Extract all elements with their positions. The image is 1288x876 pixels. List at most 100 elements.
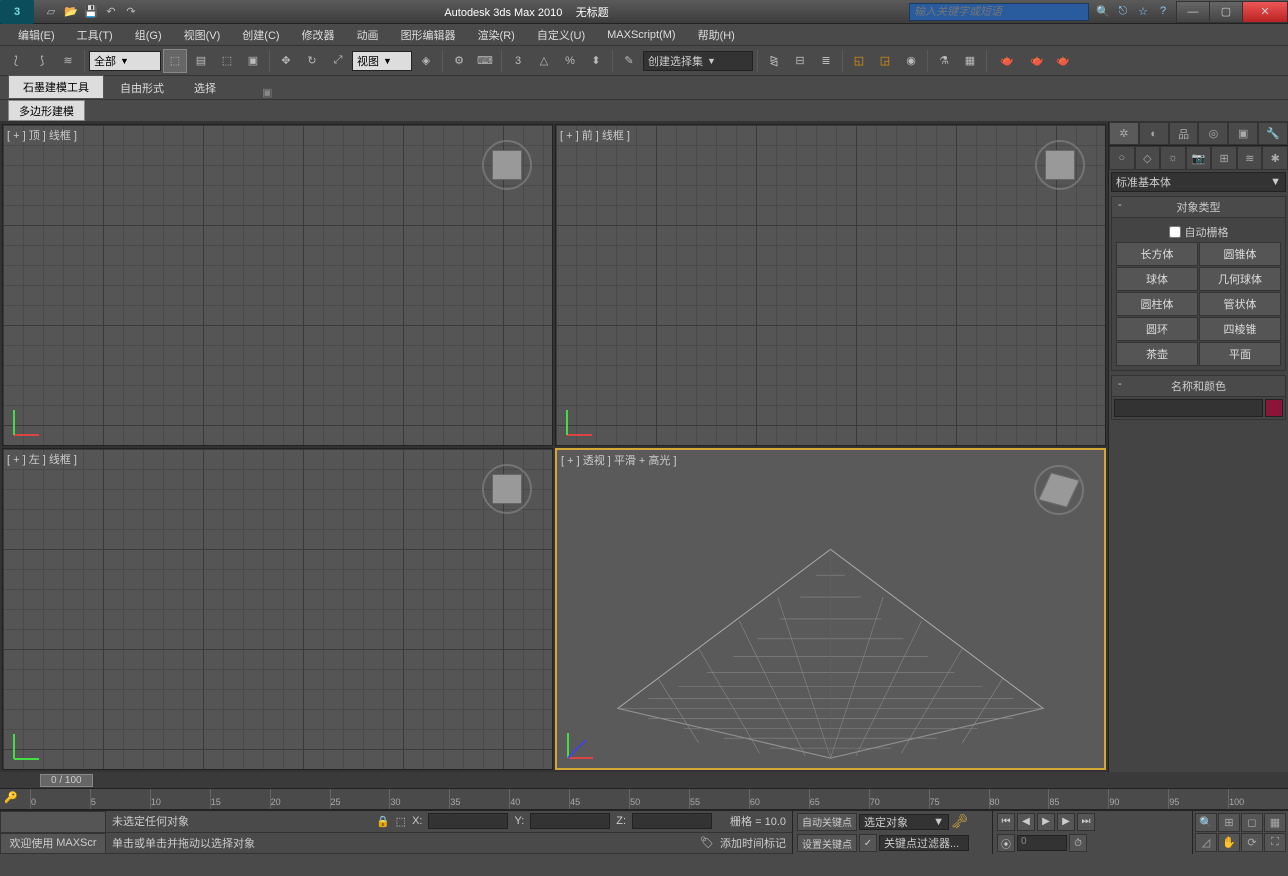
goto-end-icon[interactable]: ⏭ [1077,813,1095,831]
select-region-icon[interactable]: ⬚ [215,49,239,73]
menu-create[interactable]: 创建(C) [232,25,289,45]
open-icon[interactable]: 📂 [62,3,80,21]
obj-tube[interactable]: 管状体 [1199,292,1281,316]
autokey-button[interactable]: 自动关键点 [797,813,857,831]
close-button[interactable]: ✕ [1242,1,1288,23]
tab-freeform[interactable]: 自由形式 [106,77,178,99]
menu-edit[interactable]: 编辑(E) [8,25,65,45]
menu-customize[interactable]: 自定义(U) [527,25,595,45]
setkey-button[interactable]: 设置关键点 [797,834,857,852]
comm-icon[interactable]: ⎋ [1115,5,1131,18]
obj-sphere[interactable]: 球体 [1116,267,1198,291]
autogrid-checkbox[interactable] [1169,226,1181,238]
tab-selection[interactable]: 选择 [180,77,230,99]
obj-torus[interactable]: 圆环 [1116,317,1198,341]
angle-snap-icon[interactable]: △ [532,49,556,73]
save-icon[interactable]: 💾 [82,3,100,21]
ref-coord-combo[interactable]: 视图▼ [352,51,412,71]
x-input[interactable] [428,813,508,829]
systems-icon[interactable]: ✱ [1262,146,1288,170]
select-icon[interactable]: ⬚ [163,49,187,73]
viewport-label[interactable]: [ + ] 前 ] 线框 ] [560,127,630,143]
scale-icon[interactable]: ⤢ [326,49,350,73]
obj-cylinder[interactable]: 圆柱体 [1116,292,1198,316]
viewcube-top[interactable] [482,140,532,190]
viewcube-front[interactable] [1035,140,1085,190]
time-config-icon[interactable]: ⏱ [1069,834,1087,852]
obj-teapot[interactable]: 茶壶 [1116,342,1198,366]
time-slider-handle[interactable]: 0 / 100 [40,774,93,787]
curve-editor-icon[interactable]: ◱ [847,49,871,73]
menu-view[interactable]: 视图(V) [174,25,231,45]
render-iter-icon[interactable]: 🫖 [1025,49,1049,73]
help-icon[interactable]: ? [1155,5,1171,18]
keymode-combo[interactable]: 选定对象▼ [859,814,949,830]
zoom-all-icon[interactable]: ⊞ [1218,813,1240,832]
app-icon[interactable]: 3 [0,0,34,24]
align-icon[interactable]: ⊟ [788,49,812,73]
setkey-key-icon[interactable]: ✓ [859,834,877,852]
utilities-tab-icon[interactable]: 🔧 [1258,122,1288,145]
viewport-left[interactable]: [ + ] 左 ] 线框 ] [2,448,553,770]
zoom-icon[interactable]: 🔍 [1195,813,1217,832]
prev-frame-icon[interactable]: ◀ [1017,813,1035,831]
hierarchy-tab-icon[interactable]: 品 [1169,122,1199,145]
menu-graph[interactable]: 图形编辑器 [391,25,466,45]
spinner-snap-icon[interactable]: ⬍ [584,49,608,73]
viewport-label[interactable]: [ + ] 左 ] 线框 ] [7,451,77,467]
render-prod-icon[interactable]: 🫖 [991,49,1023,73]
geometry-icon[interactable]: ○ [1109,146,1135,170]
subtab-polymodel[interactable]: 多边形建模 [8,100,85,121]
menu-render[interactable]: 渲染(R) [468,25,525,45]
pivot-icon[interactable]: ◈ [414,49,438,73]
bind-icon[interactable]: ≋ [56,49,80,73]
time-slider[interactable]: 0 / 100 [0,772,1288,788]
obj-geosphere[interactable]: 几何球体 [1199,267,1281,291]
minimize-button[interactable]: — [1176,1,1210,23]
spacewarps-icon[interactable]: ≋ [1237,146,1263,170]
keyboard-icon[interactable]: ⌨ [473,49,497,73]
snap-icon[interactable]: 3 [506,49,530,73]
add-marker-label[interactable]: 添加时间标记 [720,835,786,851]
render-setup-icon[interactable]: ⚗ [932,49,956,73]
viewport-perspective[interactable]: [ + ] 透视 ] 平滑 + 高光 ] [555,448,1106,770]
binoculars-icon[interactable]: 🔍 [1095,5,1111,18]
pan-icon[interactable]: ✋ [1218,833,1240,852]
rotate-icon[interactable]: ↻ [300,49,324,73]
maximize-button[interactable]: ▢ [1209,1,1243,23]
selection-set-combo[interactable]: 创建选择集▼ [643,51,753,71]
ribbon-toggle-icon[interactable]: ▣ [262,86,272,99]
redo-icon[interactable]: ↷ [122,3,140,21]
key-mode-icon[interactable]: 🔑 [4,791,18,804]
undo-icon[interactable]: ↶ [102,3,120,21]
layers-icon[interactable]: ≣ [814,49,838,73]
menu-help[interactable]: 帮助(H) [688,25,745,45]
menu-tools[interactable]: 工具(T) [67,25,123,45]
orbit-icon[interactable]: ⟳ [1241,833,1263,852]
edit-selset-icon[interactable]: ✎ [617,49,641,73]
maximize-vp-icon[interactable]: ⛶ [1264,833,1286,852]
fov-icon[interactable]: ◿ [1195,833,1217,852]
manipulate-icon[interactable]: ⚙ [447,49,471,73]
frame-input[interactable]: 0 [1017,835,1067,851]
color-swatch[interactable] [1265,399,1283,417]
y-input[interactable] [530,813,610,829]
create-tab-icon[interactable]: ✲ [1109,122,1139,145]
tag-icon[interactable]: 🏷 [700,836,714,849]
obj-plane[interactable]: 平面 [1199,342,1281,366]
help-search-input[interactable] [909,3,1089,21]
rollout-header[interactable]: 名称和颜色 [1112,376,1285,397]
object-name-input[interactable] [1114,399,1263,417]
display-tab-icon[interactable]: ▣ [1228,122,1258,145]
next-frame-icon[interactable]: ▶ [1057,813,1075,831]
key-lock-icon[interactable]: 🗝 [951,813,969,830]
percent-snap-icon[interactable]: % [558,49,582,73]
viewcube-persp[interactable] [1034,465,1084,515]
tab-graphite[interactable]: 石墨建模工具 [8,75,104,99]
unlink-icon[interactable]: ⟆ [30,49,54,73]
goto-start-icon[interactable]: ⏮ [997,813,1015,831]
viewport-front[interactable]: [ + ] 前 ] 线框 ] [555,124,1106,446]
obj-box[interactable]: 长方体 [1116,242,1198,266]
welcome-button[interactable]: 欢迎使用 MAXScr [0,833,106,855]
render-frame-icon[interactable]: ▦ [958,49,982,73]
